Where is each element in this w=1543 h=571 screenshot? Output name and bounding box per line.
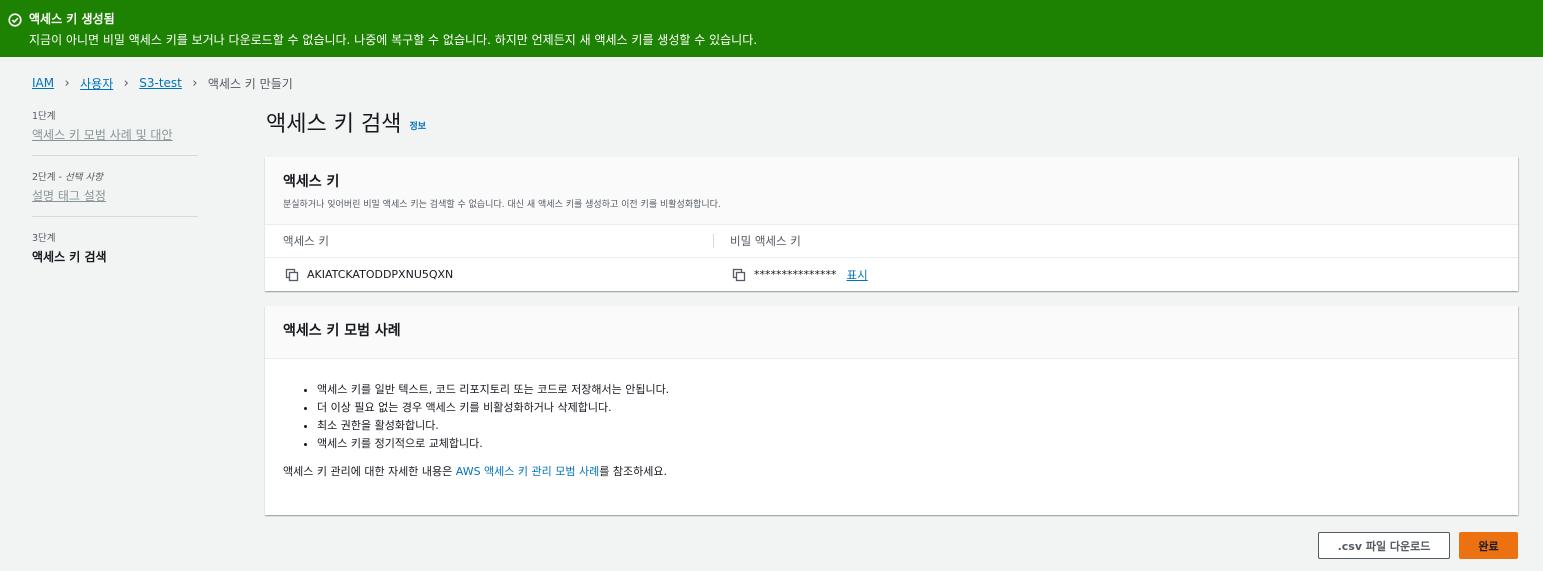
breadcrumb-user-s3-test[interactable]: S3-test [139, 76, 182, 90]
wizard-step-1: 1단계 액세스 키 모범 사례 및 대안 [32, 108, 198, 156]
list-item: 더 이상 필요 없는 경우 액세스 키를 비활성화하거나 삭제합니다. [317, 401, 1500, 415]
key-table-row: AKIATCKATODDPXNU5QXN *************** 표시 [265, 258, 1518, 291]
card-body: 액세스 키를 일반 텍스트, 코드 리포지토리 또는 코드로 저장해서는 안됩니… [265, 359, 1518, 479]
flash-title: 액세스 키 생성됨 [29, 12, 115, 26]
step-title-tags[interactable]: 설명 태그 설정 [32, 187, 198, 204]
list-item: 최소 권한을 활성화합니다. [317, 419, 1500, 433]
wizard-step-2: 2단계 - 선택 사항 설명 태그 설정 [32, 169, 198, 217]
page-heading: 액세스 키 검색 정보 [266, 106, 426, 138]
flash-message: 지금이 아니면 비밀 액세스 키를 보거나 다운로드할 수 없습니다. 나중에 … [29, 33, 758, 47]
access-key-cell: AKIATCKATODDPXNU5QXN [285, 268, 732, 282]
column-header-access-key: 액세스 키 [283, 234, 329, 248]
step-number: 1단계 [32, 111, 56, 122]
secret-key-cell: *************** 표시 [732, 267, 868, 283]
step-optional-label: 선택 사항 [65, 172, 103, 183]
chevron-right-icon: › [192, 75, 198, 91]
download-csv-button[interactable]: .csv 파일 다운로드 [1318, 532, 1450, 559]
breadcrumb-users[interactable]: 사용자 [80, 75, 113, 92]
step-number: 3단계 [32, 233, 56, 244]
copy-icon[interactable] [732, 268, 746, 282]
wizard-step-3: 3단계 액세스 키 검색 [32, 230, 198, 277]
step-number: 2단계 - 선택 사항 [32, 169, 198, 183]
breadcrumb-iam[interactable]: IAM [32, 76, 54, 90]
chevron-right-icon: › [64, 75, 70, 91]
chevron-right-icon: › [123, 75, 129, 91]
access-key-value: AKIATCKATODDPXNU5QXN [307, 268, 454, 281]
best-practices-link[interactable]: AWS 액세스 키 관리 모범 사례 [456, 465, 599, 478]
access-key-card: 액세스 키 분실하거나 잊어버린 비밀 액세스 키는 검색할 수 없습니다. 대… [265, 157, 1518, 291]
list-item: 액세스 키를 일반 텍스트, 코드 리포지토리 또는 코드로 저장해서는 안됩니… [317, 383, 1500, 397]
card-header: 액세스 키 분실하거나 잊어버린 비밀 액세스 키는 검색할 수 없습니다. 대… [265, 157, 1518, 225]
breadcrumb: IAM › 사용자 › S3-test › 액세스 키 만들기 [32, 74, 293, 92]
check-circle-icon [8, 12, 22, 27]
card-title: 액세스 키 [283, 174, 340, 190]
step-number-label: 2단계 - [32, 172, 65, 183]
breadcrumb-current: 액세스 키 만들기 [207, 76, 293, 91]
page-title: 액세스 키 검색 [266, 112, 402, 137]
wizard-steps: 1단계 액세스 키 모범 사례 및 대안 2단계 - 선택 사항 설명 태그 설… [32, 108, 198, 290]
show-secret-link[interactable]: 표시 [847, 267, 868, 283]
reference-suffix: 를 참조하세요. [599, 465, 667, 478]
column-divider [713, 234, 714, 248]
reference-text: 액세스 키 관리에 대한 자세한 내용은 AWS 액세스 키 관리 모범 사례를… [283, 463, 1500, 479]
done-button[interactable]: 완료 [1459, 532, 1518, 559]
copy-icon[interactable] [285, 268, 299, 282]
success-flash-banner: 액세스 키 생성됨 지금이 아니면 비밀 액세스 키를 보거나 다운로드할 수 … [0, 0, 1543, 57]
secret-key-masked: *************** [754, 268, 837, 281]
column-header-secret-key: 비밀 액세스 키 [730, 234, 801, 248]
reference-prefix: 액세스 키 관리에 대한 자세한 내용은 [283, 465, 456, 478]
card-description: 분실하거나 잊어버린 비밀 액세스 키는 검색할 수 없습니다. 대신 새 액세… [283, 200, 721, 210]
best-practices-list: 액세스 키를 일반 텍스트, 코드 리포지토리 또는 코드로 저장해서는 안됩니… [283, 383, 1500, 451]
best-practices-card: 액세스 키 모범 사례 액세스 키를 일반 텍스트, 코드 리포지토리 또는 코… [265, 306, 1518, 515]
step-title-retrieve: 액세스 키 검색 [32, 250, 107, 264]
list-item: 액세스 키를 정기적으로 교체합니다. [317, 437, 1500, 451]
card-header: 액세스 키 모범 사례 [265, 306, 1518, 359]
info-link[interactable]: 정보 [409, 119, 426, 132]
step-title-best-practices[interactable]: 액세스 키 모범 사례 및 대안 [32, 126, 198, 143]
key-table-header: 액세스 키 비밀 액세스 키 [265, 225, 1518, 258]
card-title: 액세스 키 모범 사례 [283, 323, 401, 339]
